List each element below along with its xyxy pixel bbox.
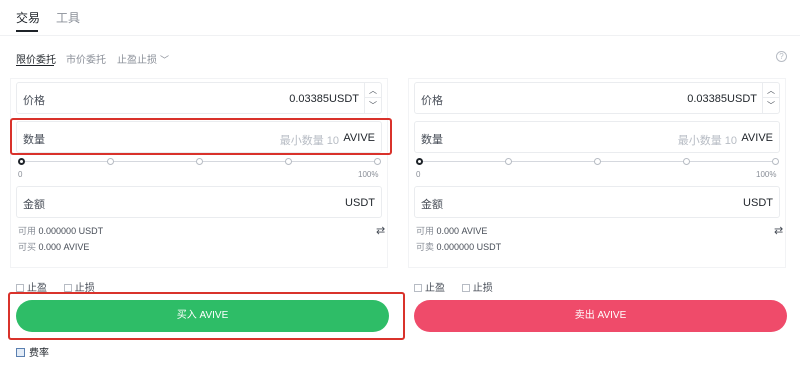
buyable-value: 0.000 AVIVE: [38, 242, 90, 252]
tab-trade[interactable]: 交易: [16, 9, 40, 26]
sell-amount-input[interactable]: 金额 USDT: [414, 186, 780, 218]
sell-quantity-input[interactable]: 数量 最小数量 10 AVIVE: [414, 121, 780, 153]
buy-max-row: 可买 0.000 AVIVE: [18, 240, 89, 253]
chevron-up-icon[interactable]: ︿: [763, 83, 779, 98]
slider-step-50[interactable]: [196, 158, 203, 165]
sell-take-profit-checkbox[interactable]: 止盈: [414, 283, 445, 294]
tab-tools[interactable]: 工具: [56, 9, 80, 26]
checkbox-icon: [16, 284, 24, 292]
annotation-box-quantity: [10, 118, 392, 155]
available-value: 0.000000 USDT: [38, 226, 104, 236]
tab-limit-order[interactable]: 限价委托: [16, 51, 56, 66]
document-icon: [16, 348, 25, 357]
sell-price-stepper[interactable]: ︿ ﹀: [762, 83, 779, 113]
slider-min-label: 0: [416, 170, 421, 179]
buy-available-row: 可用 0.000000 USDT: [18, 224, 103, 237]
chevron-down-icon[interactable]: ﹀: [365, 98, 381, 113]
sell-panel: 价格 0.03385 USDT ︿ ﹀ 数量 最小数量 10 AVIVE 0 1…: [408, 78, 786, 268]
sell-price-unit: USDT: [727, 93, 757, 105]
buy-amount-input[interactable]: 金额 USDT: [16, 186, 382, 218]
buy-panel: 价格 0.03385 USDT ︿ ﹀ 数量 最小数量 10 AVIVE 0 1…: [10, 78, 388, 268]
sell-tpsl-options: 止盈 止损: [414, 279, 507, 294]
available-label: 可用: [416, 226, 435, 236]
tab-tpsl-label: 止盈止损: [117, 55, 157, 66]
slider-max-label: 100%: [358, 170, 379, 179]
buy-quantity-slider[interactable]: 0 100%: [18, 158, 381, 179]
sell-amount-unit: USDT: [743, 197, 773, 209]
sell-available-row: 可用 0.000 AVIVE: [416, 224, 487, 237]
sell-quantity-placeholder: 最小数量 10: [677, 135, 737, 147]
buy-price-label: 价格: [23, 95, 45, 107]
fee-rate-label: 费率: [29, 348, 49, 359]
sell-max-row: 可卖 0.000000 USDT: [416, 240, 501, 253]
buy-amount-label: 金额: [23, 199, 45, 211]
buy-price-unit: USDT: [329, 93, 359, 105]
chevron-down-icon: ﹀: [160, 55, 170, 65]
chevron-up-icon[interactable]: ︿: [365, 83, 381, 98]
slider-min-label: 0: [18, 170, 23, 179]
slider-step-50[interactable]: [594, 158, 601, 165]
help-icon[interactable]: ?: [776, 51, 787, 62]
sell-quantity-unit: AVIVE: [741, 132, 773, 144]
sell-price-value: 0.03385: [687, 93, 727, 105]
sell-price-label: 价格: [421, 95, 443, 107]
top-tab-bar: 交易 工具: [0, 0, 800, 36]
checkbox-icon: [414, 284, 422, 292]
tab-tpsl-order[interactable]: 止盈止损 ﹀: [117, 51, 169, 66]
buy-amount-unit: USDT: [345, 197, 375, 209]
slider-step-100[interactable]: [772, 158, 779, 165]
annotation-box-buy-button: [8, 292, 405, 340]
sell-button[interactable]: 卖出 AVIVE: [414, 300, 787, 332]
checkbox-icon: [461, 284, 470, 292]
slider-step-25[interactable]: [505, 158, 512, 165]
sellable-label: 可卖: [416, 242, 435, 252]
divider: [0, 35, 800, 36]
tab-market-order[interactable]: 市价委托: [66, 51, 106, 66]
sell-stop-loss-checkbox[interactable]: 止损: [461, 283, 493, 294]
sell-price-input[interactable]: 价格 0.03385 USDT ︿ ﹀: [414, 82, 780, 114]
stop-loss-label: 止损: [472, 283, 493, 294]
active-tab-indicator: [16, 30, 38, 32]
slider-max-label: 100%: [756, 170, 777, 179]
slider-handle[interactable]: [18, 158, 25, 165]
slider-step-100[interactable]: [374, 158, 381, 165]
buyable-label: 可买: [18, 242, 37, 252]
checkbox-icon: [63, 284, 72, 292]
available-value: 0.000 AVIVE: [436, 226, 488, 236]
buy-price-input[interactable]: 价格 0.03385 USDT ︿ ﹀: [16, 82, 382, 114]
chevron-down-icon[interactable]: ﹀: [763, 98, 779, 113]
slider-step-75[interactable]: [683, 158, 690, 165]
take-profit-label: 止盈: [425, 283, 445, 294]
sell-quantity-label: 数量: [421, 134, 443, 146]
slider-step-75[interactable]: [285, 158, 292, 165]
available-label: 可用: [18, 226, 37, 236]
slider-handle[interactable]: [416, 158, 423, 165]
transfer-icon[interactable]: ⇄: [774, 224, 783, 237]
buy-price-stepper[interactable]: ︿ ﹀: [364, 83, 381, 113]
fee-rate-link[interactable]: 费率: [16, 344, 49, 359]
sell-amount-label: 金额: [421, 199, 443, 211]
order-tab-indicator: [16, 65, 54, 66]
transfer-icon[interactable]: ⇄: [376, 224, 385, 237]
sell-quantity-slider[interactable]: 0 100%: [416, 158, 779, 179]
sellable-value: 0.000000 USDT: [436, 242, 502, 252]
slider-step-25[interactable]: [107, 158, 114, 165]
buy-price-value: 0.03385: [289, 93, 329, 105]
